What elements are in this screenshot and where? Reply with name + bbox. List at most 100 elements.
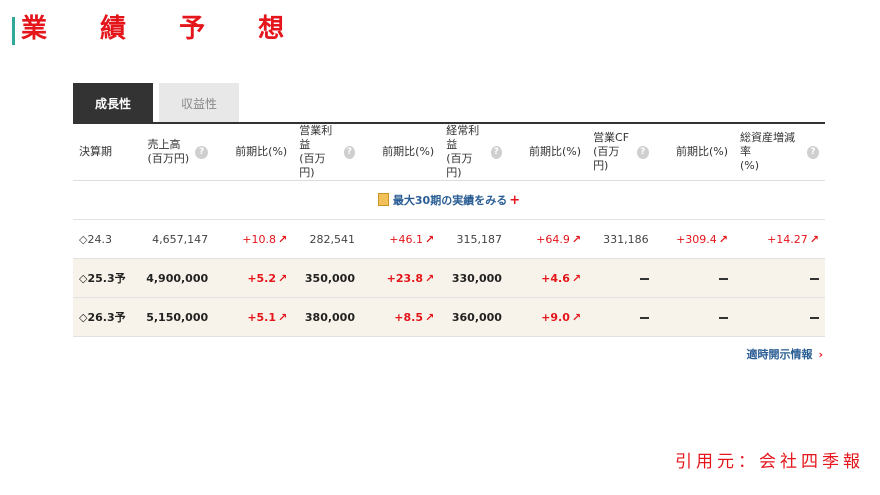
column-header-label: 前期比(%)	[529, 145, 581, 159]
cell-value: +309.4	[676, 232, 717, 246]
table-row: ◇24.3 4,657,147 +10.8 ↗ 282,541 +46.1 ↗ 315,187…	[73, 219, 825, 259]
help-icon[interactable]: ?	[195, 145, 209, 159]
cell-value: +5.2	[247, 271, 277, 285]
source-caption: 引用元：会社四季報	[675, 452, 864, 472]
table-cell: +8.5 ↗	[361, 297, 441, 337]
page-title: 業 績 予 想	[21, 13, 307, 44]
column-header-label: 営業CF (百万円)	[593, 131, 631, 173]
up-arrow-icon: ↗	[278, 310, 288, 324]
no-data-dash	[810, 277, 819, 280]
column-header-label: 営業利益 (百万円)	[299, 124, 337, 180]
more-history-link[interactable]: 最大30期の実績をみる +	[377, 193, 521, 208]
column-header-label: 前期比(%)	[235, 145, 287, 159]
no-data-dash	[719, 277, 729, 280]
column-header: 営業利益 (百万円)?	[293, 124, 361, 181]
no-data-dash	[810, 316, 819, 319]
table-cell	[734, 258, 825, 298]
plus-icon: +	[509, 193, 521, 208]
table-cell: 350,000	[293, 258, 361, 298]
cell-value: ◇25.3予	[79, 272, 126, 285]
column-header-line1: 営業CF	[593, 131, 630, 144]
tab-profitability[interactable]: 収益性	[159, 83, 239, 123]
tab-growth[interactable]: 成長性	[73, 83, 153, 123]
cell-value: 5,150,000	[146, 310, 209, 324]
column-header-label: 前期比(%)	[676, 145, 728, 159]
cell-value: +23.8	[386, 271, 423, 285]
table-cell: ◇26.3予	[73, 297, 141, 337]
cell-value: +4.6	[541, 271, 570, 285]
table-cell: 5,150,000	[140, 297, 215, 337]
table-cell: +23.8 ↗	[361, 258, 441, 298]
cell-value: 360,000	[451, 310, 502, 324]
book-icon	[377, 193, 389, 206]
tab-bar: 成長性 収益性	[73, 83, 245, 123]
cell-value: 330,000	[451, 271, 502, 285]
cell-value: +64.9	[536, 232, 570, 246]
table-cell: +9.0 ↗	[507, 297, 588, 337]
column-header-label: 決算期	[79, 145, 112, 159]
column-header-line1: 総資産増減率	[740, 131, 796, 158]
cell-value: ◇26.3予	[79, 311, 126, 324]
up-arrow-icon: ↗	[718, 232, 729, 246]
column-header-line1: 営業利益	[299, 124, 333, 151]
column-header-line1: 前期比(%)	[675, 145, 729, 158]
column-header-line1: 前期比(%)	[235, 145, 288, 158]
column-header-line1: 前期比(%)	[529, 145, 582, 158]
up-arrow-icon: ↗	[424, 271, 435, 285]
table-cell: 4,900,000	[140, 258, 215, 298]
cell-value: +8.5	[394, 310, 423, 324]
table-cell: +4.6 ↗	[507, 258, 588, 298]
table-row: ◇26.3予 5,150,000 +5.1 ↗ 380,000 +8.5 ↗ 360,000 +…	[73, 297, 825, 337]
help-icon[interactable]: ?	[636, 145, 649, 159]
up-arrow-icon: ↗	[278, 271, 288, 285]
column-header-line2: (%)	[740, 159, 760, 172]
column-header-line2: (百万円)	[147, 152, 190, 165]
cell-value: 282,541	[309, 232, 356, 246]
table-cell: +5.2 ↗	[214, 258, 294, 298]
cell-value: 4,900,000	[146, 271, 209, 285]
table-cell	[654, 297, 735, 337]
help-icon[interactable]: ?	[343, 145, 355, 159]
column-header-label: 売上高 (百万円)	[148, 138, 190, 166]
disclosure-label: 適時開示情報	[746, 348, 813, 361]
table-cell: 315,187	[440, 219, 508, 259]
column-header-label: 総資産増減率 (%)	[740, 131, 801, 173]
table-cell: +46.1 ↗	[361, 219, 441, 259]
title-accent-bar	[12, 17, 15, 45]
cell-value: 315,187	[456, 232, 502, 246]
column-header: 前期比(%)	[214, 124, 294, 181]
help-icon[interactable]: ?	[806, 145, 819, 159]
column-header: 前期比(%)	[654, 124, 735, 181]
column-header-line1: 経常利益	[446, 124, 480, 151]
table-cell: 360,000	[440, 297, 508, 337]
column-header: 前期比(%)	[361, 124, 441, 181]
table-cell: 380,000	[293, 297, 361, 337]
column-header: 営業CF (百万円)?	[587, 124, 655, 181]
table-cell: 282,541	[293, 219, 361, 259]
column-header: 売上高 (百万円)?	[140, 124, 215, 181]
column-header: 決算期	[73, 124, 141, 181]
cell-value: 4,657,147	[152, 232, 209, 246]
table-cell: +14.27 ↗	[734, 219, 825, 259]
help-icon[interactable]: ?	[490, 145, 502, 159]
cell-value: +46.1	[389, 232, 423, 246]
column-header-line1: 売上高	[147, 138, 181, 151]
cell-value: +9.0	[541, 310, 570, 324]
up-arrow-icon: ↗	[424, 232, 435, 246]
cell-value: +10.8	[242, 232, 277, 246]
table-cell: ◇25.3予	[73, 258, 141, 298]
up-arrow-icon: ↗	[278, 232, 288, 246]
cell-value: 380,000	[304, 310, 355, 324]
table-cell: 330,000	[440, 258, 508, 298]
up-arrow-icon: ↗	[571, 310, 582, 324]
column-header-line1: 決算期	[79, 145, 112, 158]
page-title-wrap: 業 績 予 想	[12, 8, 307, 45]
disclosure-link[interactable]: 適時開示情報 ›	[746, 346, 823, 362]
no-data-dash	[719, 316, 729, 319]
table-cell: +309.4 ↗	[654, 219, 735, 259]
table-cell: +64.9 ↗	[507, 219, 588, 259]
no-data-dash	[639, 277, 649, 280]
cell-value: 331,186	[603, 232, 649, 246]
more-history-row: 最大30期の実績をみる +	[73, 180, 825, 220]
cell-value: +5.1	[247, 310, 277, 324]
